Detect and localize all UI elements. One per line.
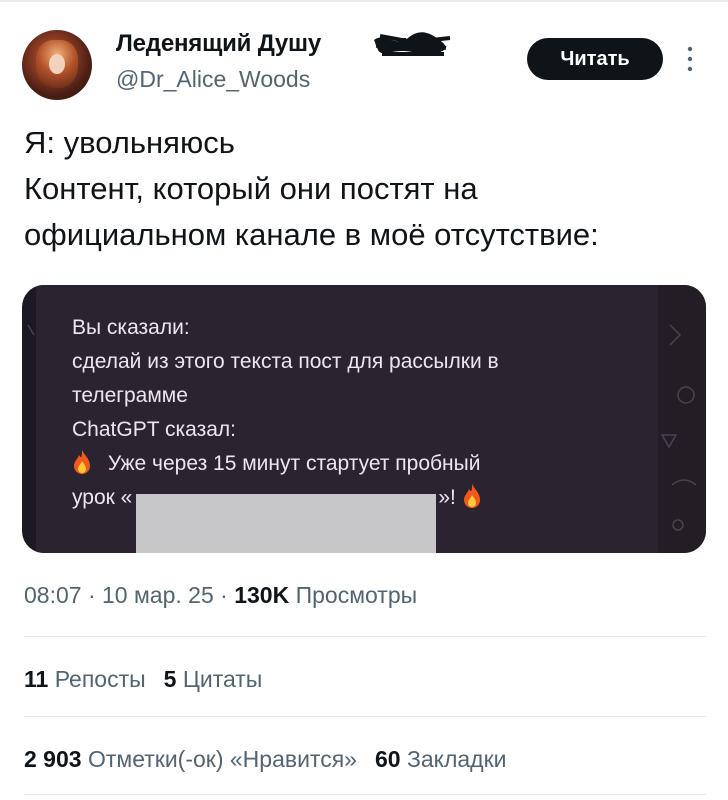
redaction-box bbox=[136, 494, 436, 553]
post-text: Я: увольняюсь Контент, который они постя… bbox=[24, 120, 714, 258]
chat-line: ChatGPT сказал: bbox=[72, 418, 236, 441]
stats-row-1: 11 Репосты 5 Цитаты bbox=[24, 666, 262, 693]
fire-emoji-icon bbox=[74, 450, 90, 474]
read-button[interactable]: Читать bbox=[527, 38, 663, 80]
bookmarks-label: Закладки bbox=[406, 746, 507, 772]
separator: · bbox=[220, 582, 228, 608]
stats-row-2: 2 903 Отметки(-ок) «Нравится» 60 Закладки bbox=[24, 746, 507, 773]
quotes-label: Цитаты bbox=[182, 666, 263, 692]
chat-line-start: урок « bbox=[72, 486, 133, 509]
divider bbox=[24, 794, 706, 795]
more-vertical-icon[interactable] bbox=[684, 44, 696, 74]
post-text-line: Я: увольняюсь bbox=[24, 125, 235, 160]
post-text-line: официальном канале в моё отсутствие: bbox=[24, 217, 599, 252]
author-name-start: Леденящий Душу bbox=[116, 30, 321, 57]
views-label: Просмотры bbox=[295, 582, 418, 608]
post-meta: 08:07 · 10 мар. 25 · 130K Просмотры bbox=[24, 582, 417, 609]
reposts-link[interactable]: 11 Репосты bbox=[24, 666, 146, 692]
bookmarks-link[interactable]: 60 Закладки bbox=[375, 746, 507, 772]
reposts-count: 11 bbox=[24, 666, 49, 692]
post-time[interactable]: 08:07 bbox=[24, 582, 82, 608]
chat-line-promo: Уже через 15 минут стартует пробный bbox=[72, 447, 652, 481]
chat-line: Уже через 15 минут стартует пробный bbox=[107, 452, 481, 475]
divider bbox=[24, 716, 706, 717]
chat-line: телеграмме bbox=[72, 384, 188, 407]
chat-transcript: Вы сказали: сделай из этого текста пост … bbox=[72, 311, 652, 515]
chat-line-end: »! bbox=[438, 486, 456, 509]
likes-label: Отметки(-ок) «Нравится» bbox=[87, 746, 357, 772]
divider bbox=[24, 636, 706, 637]
avatar[interactable] bbox=[22, 30, 92, 100]
top-divider bbox=[0, 0, 728, 2]
quotes-count: 5 bbox=[163, 666, 177, 692]
bookmarks-count: 60 bbox=[374, 746, 401, 772]
fire-emoji-icon bbox=[463, 484, 480, 508]
chat-line: сделай из этого текста пост для рассылки… bbox=[72, 350, 499, 373]
author-handle[interactable]: @Dr_Alice_Woods bbox=[116, 66, 310, 93]
reposts-label: Репосты bbox=[54, 666, 146, 692]
post-date[interactable]: 10 мар. 25 bbox=[102, 582, 214, 608]
views-count: 130K bbox=[234, 582, 290, 608]
likes-link[interactable]: 2 903 Отметки(-ок) «Нравится» bbox=[24, 746, 357, 772]
post-text-line: Контент, который они постят на bbox=[24, 171, 478, 206]
chat-line: Вы сказали: bbox=[72, 316, 190, 339]
name-scribble bbox=[374, 32, 451, 56]
likes-count: 2 903 bbox=[24, 746, 82, 772]
quotes-link[interactable]: 5 Цитаты bbox=[164, 666, 263, 692]
separator: · bbox=[87, 582, 96, 608]
avatar-face bbox=[49, 54, 65, 74]
